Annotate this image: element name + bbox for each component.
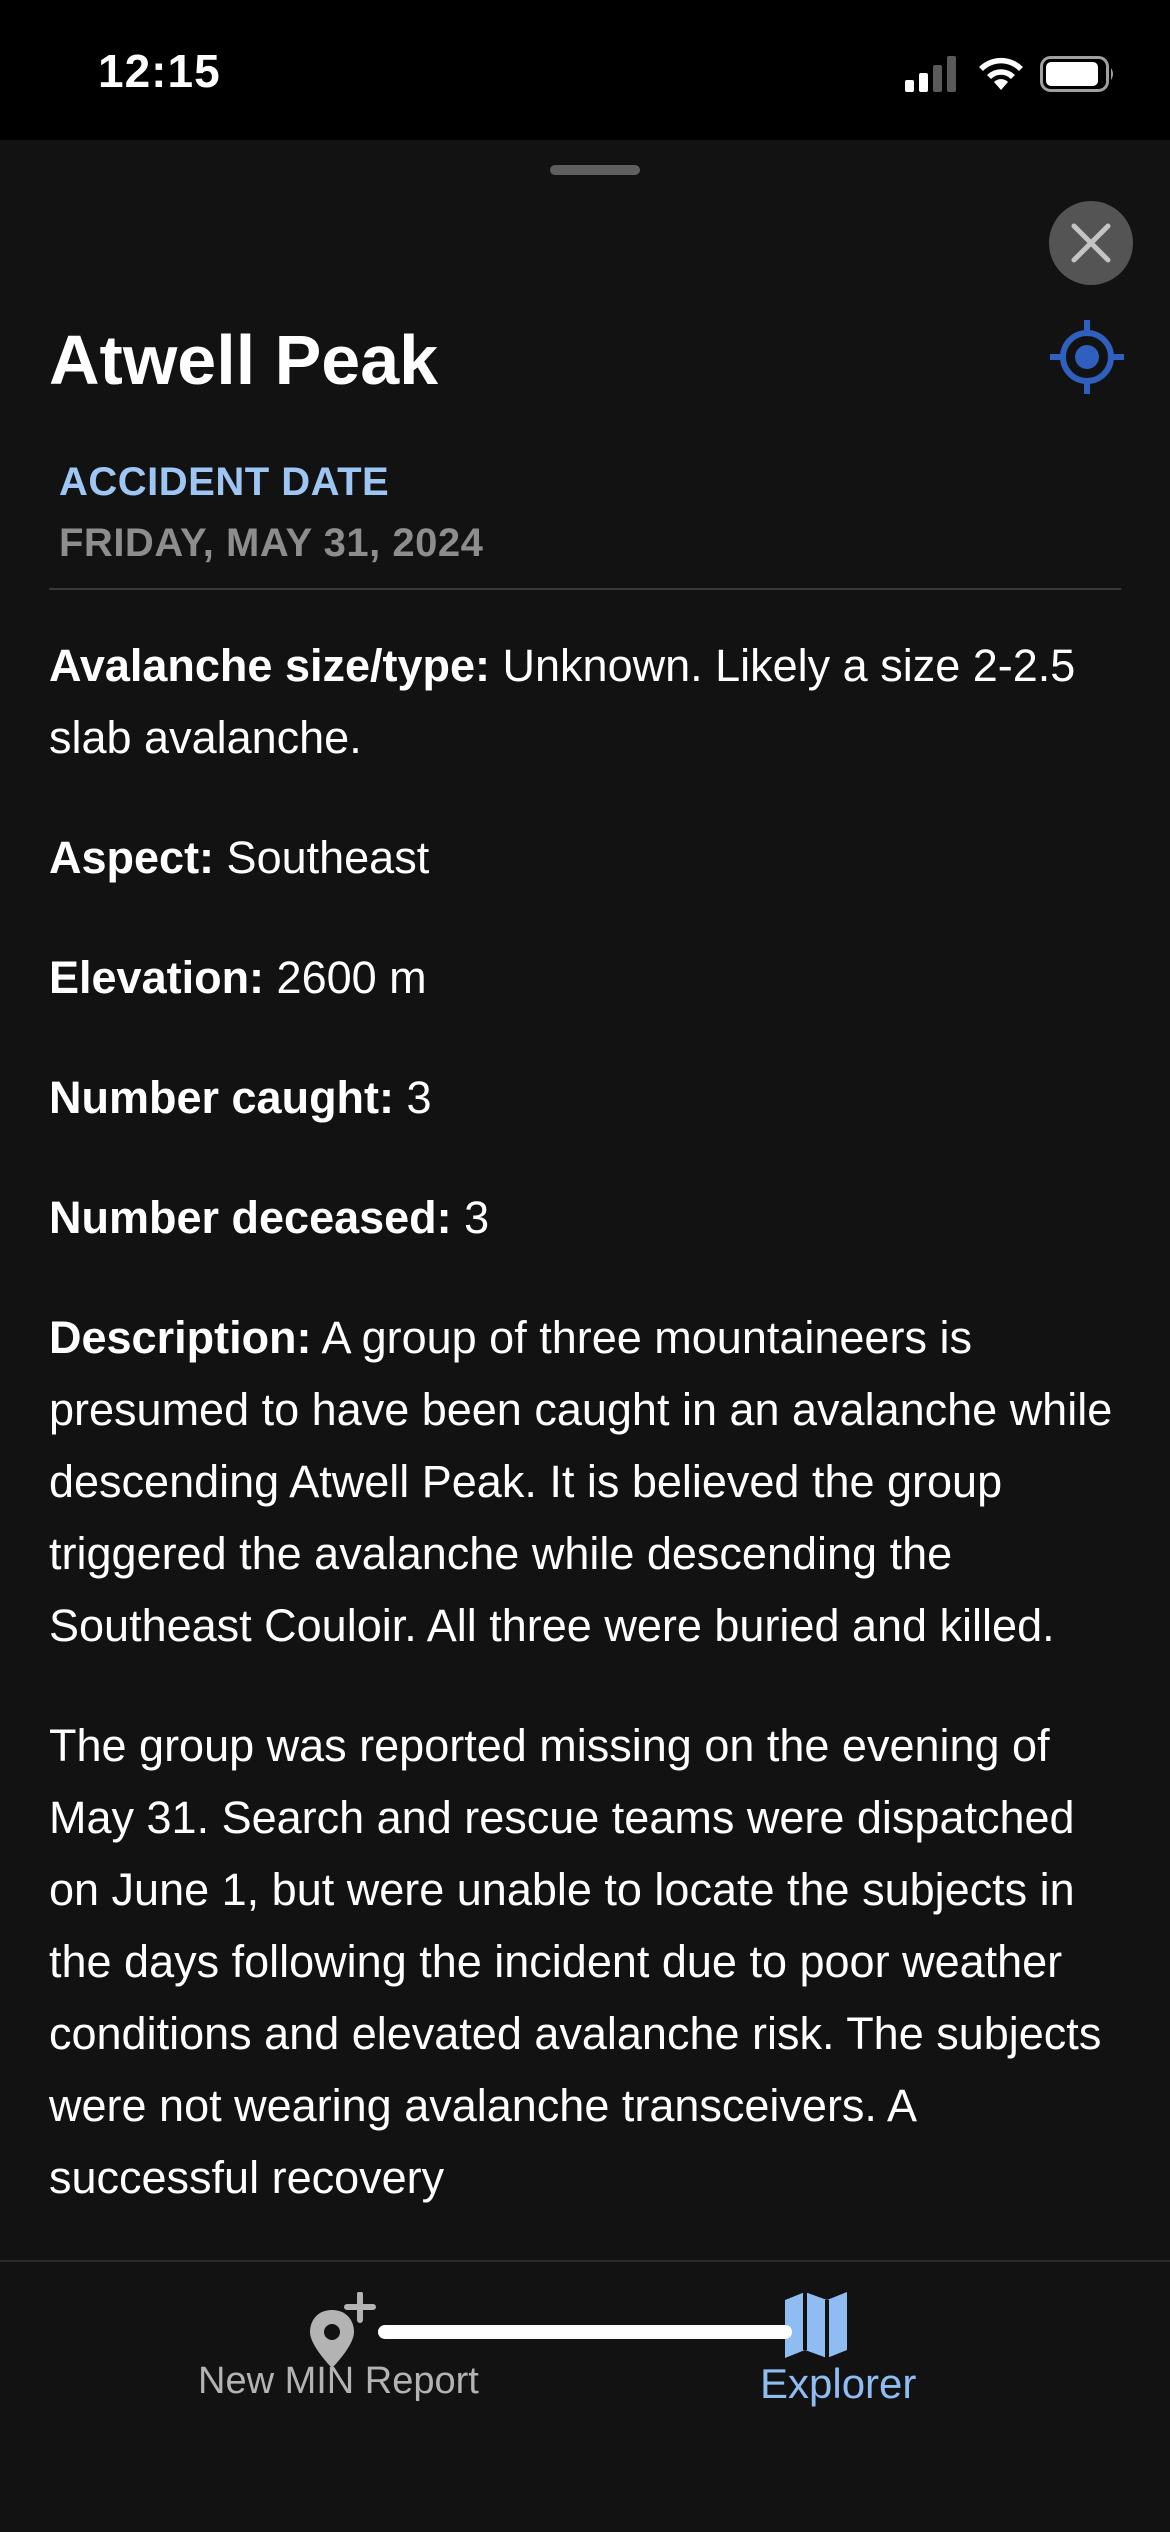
detail-label: Elevation:	[49, 952, 265, 1003]
tab-explorer[interactable]: Explorer	[585, 2262, 1085, 2462]
detail-label: Avalanche size/type:	[49, 640, 491, 691]
accident-date-value: FRIDAY, MAY 31, 2024	[59, 521, 484, 565]
detail-label: Aspect:	[49, 832, 215, 883]
detail-value: 3	[394, 1072, 432, 1123]
tab-label: New MIN Report	[198, 2360, 479, 2402]
detail-label: Description:	[49, 1312, 312, 1363]
detail-elevation: Elevation: 2600 m	[49, 942, 1129, 1014]
page-title: Atwell Peak	[49, 321, 439, 399]
battery-icon	[1040, 56, 1113, 92]
tab-new-min-report[interactable]: New MIN Report	[40, 2262, 625, 2462]
detail-aspect: Aspect: Southeast	[49, 822, 1129, 894]
detail-label: Number deceased:	[49, 1192, 452, 1243]
wifi-icon	[979, 57, 1023, 90]
tab-label: Explorer	[760, 2360, 917, 2407]
map-icon	[785, 2292, 847, 2358]
detail-label: Number caught:	[49, 1072, 395, 1123]
status-time: 12:15	[98, 45, 221, 97]
accident-detail-sheet: Atwell Peak ACCIDENT DATE FRIDAY, MAY 31…	[0, 140, 1170, 2532]
detail-value: Southeast	[214, 832, 430, 883]
detail-number-deceased: Number deceased: 3	[49, 1182, 1129, 1254]
close-button[interactable]	[1049, 201, 1133, 285]
sheet-grabber[interactable]	[550, 165, 640, 175]
status-bar: 12:15	[0, 0, 1170, 140]
detail-description: Description: A group of three mountainee…	[49, 1302, 1129, 1662]
tab-bar: New MIN Report Explorer	[0, 2260, 1170, 2532]
close-icon	[1071, 223, 1111, 263]
divider	[49, 588, 1121, 590]
signal-icon	[905, 56, 956, 92]
detail-number-caught: Number caught: 3	[49, 1062, 1129, 1134]
detail-value: 2600 m	[264, 952, 427, 1003]
detail-paragraph: The group was reported missing on the ev…	[49, 1720, 1102, 2203]
locate-icon[interactable]	[1050, 320, 1124, 394]
detail-avalanche-type: Avalanche size/type: Unknown. Likely a s…	[49, 630, 1129, 774]
accident-details[interactable]: Avalanche size/type: Unknown. Likely a s…	[49, 630, 1129, 2400]
accident-date-label: ACCIDENT DATE	[59, 460, 390, 504]
screen: 12:15 Atwell Peak ACCIDENT DATE FRIDAY, …	[0, 0, 1170, 2532]
home-indicator[interactable]	[378, 2325, 792, 2339]
detail-value: 3	[451, 1192, 490, 1243]
